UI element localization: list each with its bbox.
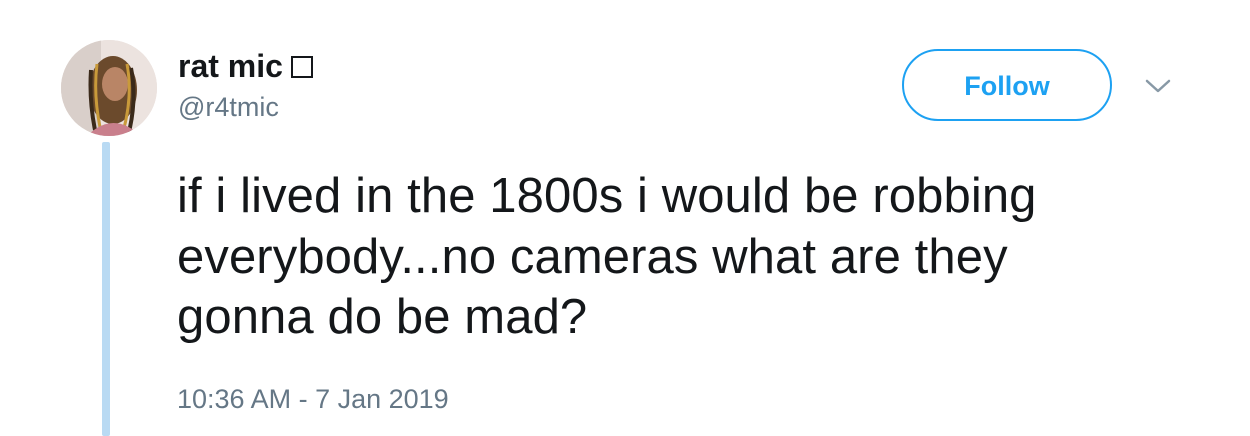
tweet-text-line: everybody...no cameras what are they: [177, 229, 1008, 284]
profile-photo-icon: [61, 40, 157, 136]
conversation-thread-line: [102, 142, 110, 436]
square-emoji-icon: [290, 56, 313, 78]
tweet-text: if i lived in the 1800s i would be robbi…: [177, 166, 1187, 348]
display-name-text: rat mic: [178, 48, 283, 84]
avatar[interactable]: [61, 40, 157, 136]
tweet-text-line: gonna do be mad?: [177, 290, 588, 344]
tweet-timestamp[interactable]: 10:36 AM - 7 Jan 2019: [177, 382, 449, 416]
chevron-down-icon[interactable]: [1145, 78, 1171, 94]
author-display-name[interactable]: rat mic: [178, 46, 313, 86]
follow-button[interactable]: Follow: [902, 49, 1112, 121]
tweet-text-line: if i lived in the 1800s i would be robbi…: [177, 169, 1037, 223]
author-handle[interactable]: @r4tmic: [178, 90, 279, 124]
